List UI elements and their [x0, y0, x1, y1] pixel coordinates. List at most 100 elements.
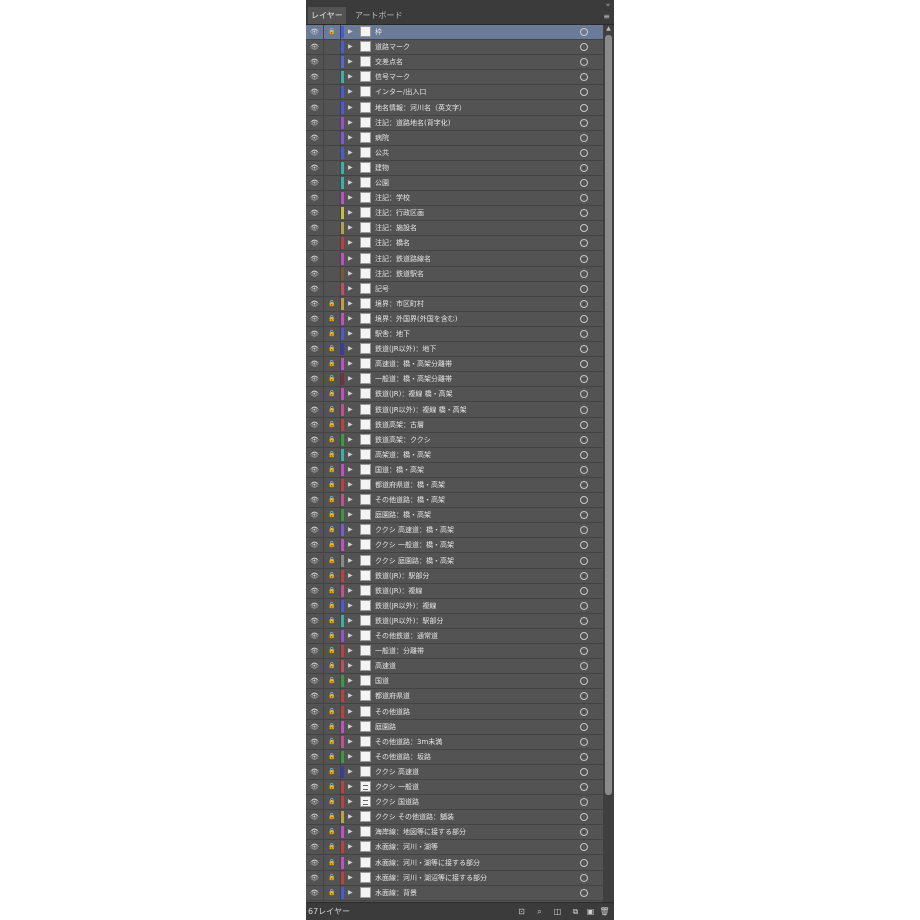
target-circle-icon[interactable] [580, 224, 588, 233]
expand-arrow-icon[interactable]: ▶ [348, 40, 353, 54]
visibility-eye-icon[interactable]: 👁 [306, 372, 324, 387]
panel-menu-icon[interactable]: ≡ [603, 12, 610, 21]
layer-name[interactable]: ククシ 一般道 [375, 780, 575, 794]
layer-name[interactable]: 注記：学校 [375, 191, 575, 205]
layer-name[interactable]: 都道府県道：橋・高架 [375, 478, 575, 492]
layer-row[interactable]: 👁 🔒 ▶ その他鉄道：通常道 [306, 629, 603, 644]
expand-arrow-icon[interactable]: ▶ [348, 720, 353, 734]
visibility-eye-icon[interactable]: 👁 [306, 508, 324, 523]
layer-name[interactable]: その他道路：橋・高架 [375, 493, 575, 507]
target-circle-icon[interactable] [580, 179, 588, 187]
layer-name[interactable]: 境界：市区町村 [375, 297, 575, 311]
expand-arrow-icon[interactable]: ▶ [348, 584, 353, 598]
lock-icon[interactable]: 🔒 [324, 855, 341, 870]
tab-artboards[interactable]: アートボード [352, 7, 406, 24]
expand-arrow-icon[interactable]: ▶ [348, 403, 353, 417]
layer-row[interactable]: 👁 🔒 ▶ その他道路：橋・高架 [306, 493, 603, 509]
layer-row[interactable]: 👁 🔒 ▶ 庭園路 [306, 719, 603, 735]
lock-icon[interactable]: 🔒 [324, 583, 341, 598]
layer-row[interactable]: 👁 🔒 ▶ 駅舎：地下 [306, 327, 603, 342]
lock-icon[interactable]: 🔒 [324, 780, 341, 794]
lock-icon[interactable]: 🔒 [324, 704, 341, 719]
target-circle-icon[interactable] [580, 103, 588, 112]
target-circle-icon[interactable] [580, 783, 588, 791]
lock-icon[interactable]: 🔒 [324, 719, 341, 734]
visibility-eye-icon[interactable]: 👁 [306, 70, 324, 85]
layer-row[interactable]: 👁 ▶ 注記：学校 [306, 191, 603, 207]
visibility-eye-icon[interactable]: 👁 [306, 629, 324, 643]
expand-arrow-icon[interactable]: ▶ [348, 146, 353, 160]
visibility-eye-icon[interactable]: 👁 [306, 855, 324, 870]
layer-name[interactable]: その他鉄道：通常道 [375, 629, 575, 643]
lock-icon[interactable]: 🔒 [324, 749, 341, 764]
expand-arrow-icon[interactable]: ▶ [348, 372, 353, 386]
target-circle-icon[interactable] [580, 616, 588, 625]
layer-row[interactable]: 👁 ▶ 公共 [306, 145, 603, 161]
visibility-eye-icon[interactable]: 👁 [306, 749, 324, 764]
expand-arrow-icon[interactable]: ▶ [348, 252, 353, 266]
visibility-eye-icon[interactable]: 👁 [306, 478, 324, 492]
target-circle-icon[interactable] [580, 58, 588, 67]
visibility-eye-icon[interactable]: 👁 [306, 296, 324, 311]
lock-icon[interactable]: 🔒 [324, 387, 341, 402]
lock-icon[interactable]: 🔒 [324, 311, 341, 326]
layer-name[interactable]: 水面線：河川・湖等 [375, 840, 575, 854]
target-circle-icon[interactable] [580, 390, 588, 399]
visibility-eye-icon[interactable]: 👁 [306, 100, 324, 115]
layer-row[interactable]: 👁 🔒 ▶ ククシ 国道路 [306, 795, 603, 811]
layer-name[interactable]: 庭園路 [375, 720, 575, 734]
layer-name[interactable]: 鉄道(JR以外)：複線 [375, 599, 575, 613]
lock-icon[interactable] [324, 70, 341, 85]
target-circle-icon[interactable] [580, 209, 588, 218]
layer-name[interactable]: 庭園路：橋・高架 [375, 508, 575, 522]
target-circle-icon[interactable] [580, 299, 588, 308]
target-circle-icon[interactable] [580, 692, 588, 701]
layer-name[interactable]: 一般道：橋・高架分離帯 [375, 372, 575, 386]
layer-name[interactable]: 建物 [375, 161, 575, 175]
layer-row[interactable]: 👁 ▶ 注記：道路地名(背字化) [306, 115, 603, 131]
lock-icon[interactable]: 🔒 [324, 493, 341, 508]
layer-row[interactable]: 👁 ▶ 建物 [306, 160, 603, 176]
layer-row[interactable]: 👁 ▶ 病院 [306, 130, 603, 146]
target-circle-icon[interactable] [580, 586, 588, 595]
layer-name[interactable]: 都道府県道 [375, 689, 575, 703]
lock-icon[interactable] [324, 145, 341, 160]
target-circle-icon[interactable] [580, 511, 588, 520]
layer-row[interactable]: 👁 ▶ 注記：橋名 [306, 236, 603, 252]
lock-icon[interactable]: 🔒 [324, 447, 341, 462]
visibility-eye-icon[interactable]: 👁 [306, 115, 324, 130]
layer-name[interactable]: 鉄道(JR以外)：複線 橋・高架 [375, 403, 575, 417]
target-circle-icon[interactable] [580, 647, 588, 656]
target-circle-icon[interactable] [580, 133, 588, 142]
layer-name[interactable]: 注記：行政区画 [375, 206, 575, 220]
layer-name[interactable]: 鉄道(JR)：駅部分 [375, 569, 575, 583]
visibility-eye-icon[interactable]: 👁 [306, 85, 324, 100]
target-circle-icon[interactable] [580, 541, 588, 550]
layer-row[interactable]: 👁 ▶ 地名情報：河川名（英文字） [306, 100, 603, 116]
layer-row[interactable]: 👁 🔒 ▶ 高架道：橋・高架 [306, 447, 603, 463]
visibility-eye-icon[interactable]: 👁 [306, 568, 324, 583]
layer-name[interactable]: 記号 [375, 282, 575, 296]
lock-icon[interactable]: 🔒 [324, 825, 341, 840]
visibility-eye-icon[interactable]: 👁 [306, 160, 324, 175]
lock-icon[interactable]: 🔒 [324, 508, 341, 523]
layer-row[interactable]: 👁 ▶ 道路マーク [306, 40, 603, 56]
target-circle-icon[interactable] [580, 435, 588, 444]
expand-arrow-icon[interactable]: ▶ [348, 236, 353, 250]
layer-name[interactable]: 海岸線：地図等に接する部分 [375, 825, 575, 839]
visibility-eye-icon[interactable]: 👁 [306, 704, 324, 719]
lock-icon[interactable]: 🔒 [324, 629, 341, 643]
lock-icon[interactable]: 🔒 [324, 538, 341, 553]
lock-icon[interactable]: 🔒 [324, 342, 341, 357]
expand-arrow-icon[interactable]: ▶ [348, 55, 353, 69]
lock-icon[interactable] [324, 160, 341, 175]
expand-arrow-icon[interactable]: ▶ [348, 569, 353, 583]
target-circle-icon[interactable] [580, 148, 588, 157]
layer-row[interactable]: 👁 🔒 ▶ 鉄道(JR)：駅部分 [306, 568, 603, 584]
visibility-eye-icon[interactable]: 👁 [306, 795, 324, 810]
layer-name[interactable]: 国道 [375, 674, 575, 688]
layer-row[interactable]: 👁 🔒 ▶ その他道路：3m未満 [306, 734, 603, 750]
layer-row[interactable]: 👁 🔒 ▶ 高速道 [306, 659, 603, 675]
lock-icon[interactable]: 🔒 [324, 885, 341, 900]
layer-name[interactable]: 鉄道(JR)：複線 橋・高架 [375, 387, 575, 401]
